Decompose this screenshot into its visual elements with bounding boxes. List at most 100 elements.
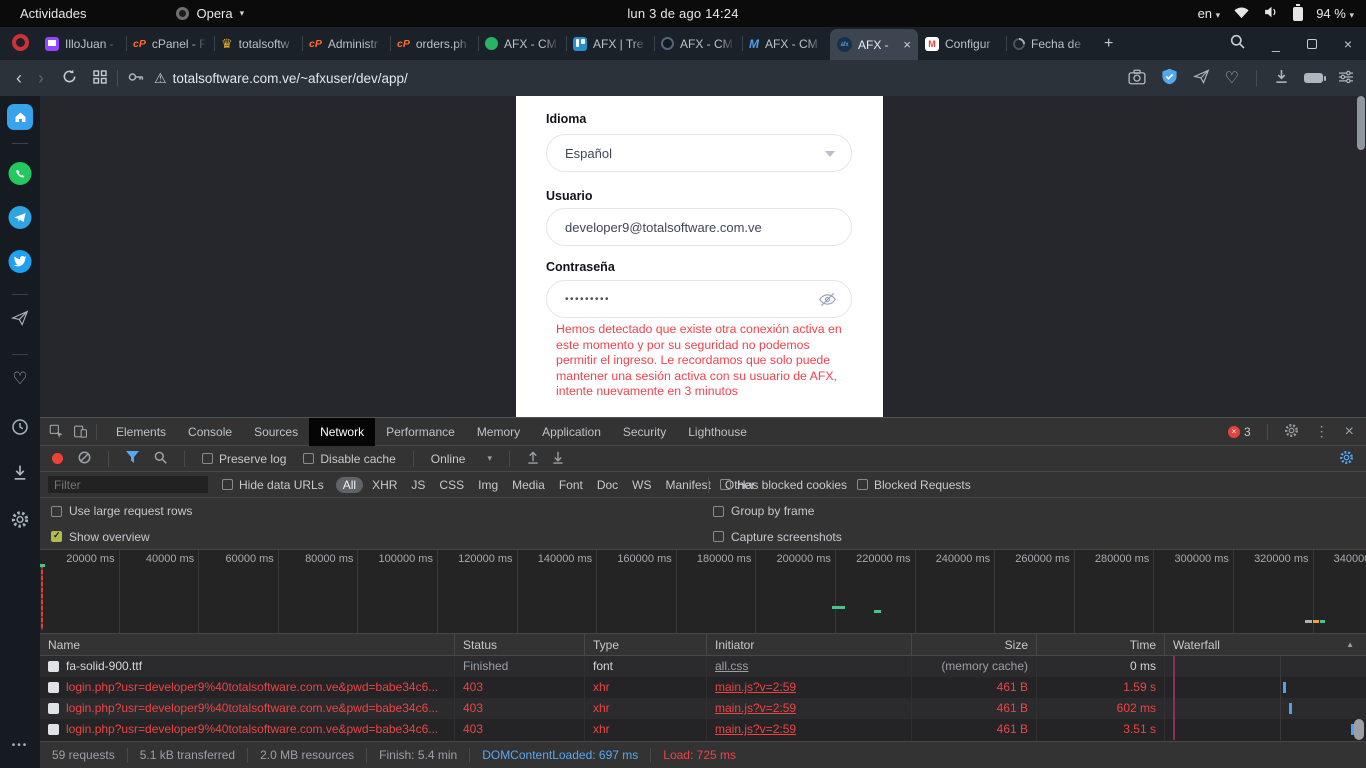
record-network-log-button[interactable] [52,453,63,464]
show-overview-checkbox[interactable]: Show overview [51,530,150,544]
column-header-waterfall[interactable]: Waterfall ▲ [1165,634,1366,656]
keyboard-layout-indicator[interactable]: en ▾ [1198,6,1221,21]
reload-button[interactable] [62,69,77,87]
initiator-link[interactable]: main.js?v=2:59 [707,719,912,740]
filter-funnel-icon[interactable] [126,451,139,466]
language-select[interactable]: Español [546,134,852,172]
devtools-menu-icon[interactable]: ⋮ [1315,423,1329,440]
devtools-tab-security[interactable]: Security [612,418,677,446]
whatsapp-icon[interactable] [9,162,32,185]
type-filter-css[interactable]: CSS [432,477,471,493]
blocked-requests-checkbox[interactable]: Blocked Requests [857,478,971,492]
activities-button[interactable]: Actividades [20,6,86,21]
wifi-icon[interactable] [1233,6,1250,22]
window-maximize-button[interactable] [1307,39,1317,49]
has-blocked-cookies-checkbox[interactable]: Has blocked cookies [720,478,847,492]
devtools-tab-application[interactable]: Application [531,418,612,446]
clock[interactable]: lun 3 de ago 14:24 [627,6,738,21]
initiator-link[interactable]: all.css [707,656,912,677]
devtools-tab-console[interactable]: Console [177,418,243,446]
devtools-close-button[interactable]: × [1345,423,1354,441]
telegram-icon[interactable] [9,206,32,229]
new-tab-button[interactable]: + [1094,27,1123,60]
use-large-request-rows-checkbox[interactable]: Use large request rows [51,504,192,518]
browser-tab-afx-cms-3[interactable]: M AFX - CM [742,27,830,60]
window-close-button[interactable]: × [1344,36,1352,52]
bookmarks-heart-icon[interactable]: ♡ [12,370,27,387]
password-input[interactable] [565,294,833,305]
browser-tab-administrator[interactable]: cP Administr [302,27,390,60]
devtools-tab-network[interactable]: Network [309,418,375,446]
tab-search-icon[interactable] [1230,34,1245,54]
type-filter-js[interactable]: JS [404,477,432,493]
my-flow-sidebar-icon[interactable] [11,310,29,326]
throttling-dropdown[interactable]: Online ▾ [431,452,492,466]
type-filter-ws[interactable]: WS [625,477,658,493]
page-scrollbar-thumb[interactable] [1357,96,1365,150]
adblock-shield-icon[interactable] [1161,68,1178,88]
disable-cache-checkbox[interactable]: Disable cache [303,452,395,466]
browser-tab-afx-trello[interactable]: AFX | Tre [566,27,654,60]
capture-screenshots-checkbox[interactable]: Capture screenshots [713,530,842,544]
window-minimize-button[interactable]: _ [1272,36,1280,52]
type-filter-all[interactable]: All [336,477,363,493]
toggle-password-eye-icon[interactable] [818,291,837,311]
network-filter-input[interactable] [48,476,208,493]
column-header-time[interactable]: Time [1037,634,1165,656]
type-filter-font[interactable]: Font [552,477,590,493]
forward-button[interactable]: › [38,69,44,87]
devtools-tab-elements[interactable]: Elements [105,418,177,446]
browser-tab-configuracion[interactable]: M Configur [918,27,1006,60]
device-toolbar-icon[interactable] [73,424,88,439]
column-header-type[interactable]: Type [585,634,707,656]
browser-tab-cpanel[interactable]: cP cPanel - F [126,27,214,60]
back-button[interactable]: ‹ [16,69,22,87]
url-text[interactable]: totalsoftware.com.ve/~afxuser/dev/app/ [173,71,408,86]
import-har-icon[interactable] [527,451,539,467]
request-row-error[interactable]: login.php?usr=developer9%40totalsoftware… [40,698,1366,719]
devtools-tab-memory[interactable]: Memory [466,418,531,446]
browser-tab-totalsoftware[interactable]: ♛ totalsoftw [214,27,302,60]
browser-tab-afx-cms-2[interactable]: AFX - CM [654,27,742,60]
settings-gear-icon[interactable] [11,510,30,529]
devtools-tab-sources[interactable]: Sources [243,418,309,446]
initiator-link[interactable]: main.js?v=2:59 [707,698,912,719]
browser-tab-illojuan[interactable]: IlloJuan - [38,27,126,60]
network-conditions-gear-icon[interactable] [1339,450,1354,468]
browser-tab-afx-active[interactable]: afx AFX - × [830,29,918,60]
column-header-status[interactable]: Status [455,634,585,656]
preserve-log-checkbox[interactable]: Preserve log [202,452,286,466]
browser-tab-afx-cms-1[interactable]: AFX - CM [478,27,566,60]
hide-data-urls-checkbox[interactable]: Hide data URLs [222,478,324,492]
column-header-size[interactable]: Size [912,634,1037,656]
inspect-element-icon[interactable] [49,424,64,439]
site-key-icon[interactable] [128,70,144,87]
network-search-icon[interactable] [154,451,167,467]
speed-dial-home-button[interactable] [7,104,33,130]
request-row-error[interactable]: login.php?usr=developer9%40totalsoftware… [40,677,1366,698]
history-clock-icon[interactable] [11,418,29,436]
easy-setup-sliders-icon[interactable] [1338,70,1354,87]
bookmark-heart-icon[interactable]: ♡ [1225,68,1239,88]
console-error-badge[interactable]: × 3 [1228,425,1251,439]
speed-dial-icon[interactable] [93,69,107,87]
group-by-frame-checkbox[interactable]: Group by frame [713,504,814,518]
devtools-settings-gear-icon[interactable] [1284,423,1299,441]
type-filter-media[interactable]: Media [505,477,552,493]
tab-close-icon[interactable]: × [903,37,911,52]
sidebar-more-button[interactable]: ••• [12,740,29,751]
site-warning-icon[interactable]: ⚠ [154,70,167,87]
table-scrollbar-thumb[interactable] [1354,719,1364,740]
network-overview-timeline[interactable]: 20000 ms 40000 ms 60000 ms 80000 ms 1000… [40,550,1366,634]
username-input[interactable] [565,220,833,235]
devtools-tab-lighthouse[interactable]: Lighthouse [677,418,758,446]
clear-network-log-icon[interactable] [78,451,91,467]
browser-tab-fecha[interactable]: Fecha de [1006,27,1094,60]
volume-icon[interactable] [1263,5,1280,22]
devtools-tab-performance[interactable]: Performance [375,418,466,446]
type-filter-xhr[interactable]: XHR [365,477,404,493]
my-flow-icon[interactable] [1193,69,1210,87]
type-filter-img[interactable]: Img [471,477,505,493]
opera-logo[interactable] [12,34,29,51]
export-har-icon[interactable] [552,451,564,467]
